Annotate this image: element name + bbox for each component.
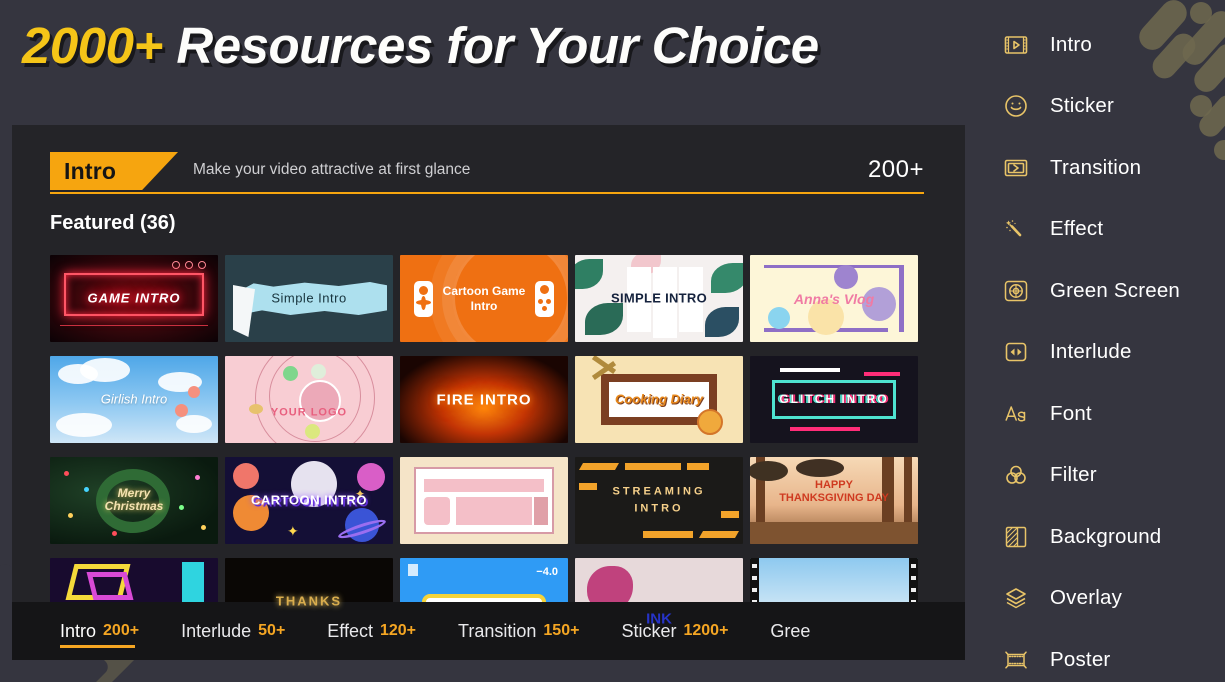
thumbnail-pink-window-intro[interactable] <box>400 457 568 544</box>
thumbnail-label: Cartoon Game Intro <box>442 283 526 313</box>
thumbnail-cooking-diary[interactable]: Cooking Diary <box>575 356 743 443</box>
sidebar-item-interlude[interactable]: Interlude <box>970 322 1225 384</box>
tab-effect[interactable]: Effect 120+ <box>327 602 416 660</box>
sidebar-item-label: Transition <box>1050 155 1142 179</box>
thumbnail-label: CARTOON INTRO <box>250 492 368 508</box>
thumbnail-label: THANKS <box>275 593 343 609</box>
app-root: 2000+ Resources for Your Choice Intro Ma… <box>0 0 1225 682</box>
content-panel: Intro Make your video attractive at firs… <box>12 125 965 645</box>
page-title-number: 2000+ <box>22 17 163 74</box>
section-count: 200+ <box>867 156 924 183</box>
poster-icon <box>1002 646 1030 674</box>
sidebar-item-label: Interlude <box>1050 340 1132 364</box>
section-subtitle: Make your video attractive at first glan… <box>193 161 471 178</box>
tab-transition[interactable]: Transition 150+ <box>458 602 579 660</box>
sidebar-item-label: Background <box>1050 524 1162 548</box>
tab-count: 120+ <box>379 622 417 639</box>
sidebar-item-label: Font <box>1050 401 1092 425</box>
sidebar-item-poster[interactable]: Poster <box>970 629 1225 682</box>
magic-wand-icon <box>1002 215 1030 243</box>
page-title-rest: Resources for Your Choice <box>162 17 819 74</box>
thumbnail-label: INK <box>646 610 672 628</box>
hud-line <box>60 325 208 326</box>
thumbnail-annas-vlog[interactable]: Anna's Vlog <box>750 255 918 342</box>
hud-dots-icon <box>172 261 206 269</box>
sidebar-item-font[interactable]: Font <box>970 383 1225 445</box>
sidebar-item-filter[interactable]: Filter <box>970 445 1225 507</box>
film-play-icon <box>1002 31 1030 59</box>
tab-intro[interactable]: Intro 200+ <box>60 602 139 660</box>
sidebar-item-background[interactable]: Background <box>970 506 1225 568</box>
thumbnail-label: FIRE INTRO <box>436 390 532 408</box>
pizza-icon <box>697 409 723 435</box>
sidebar-item-label: Effect <box>1050 217 1104 241</box>
thumbnail-simple-intro-leaf[interactable]: SIMPLE INTRO <box>575 255 743 342</box>
font-aa-icon <box>1002 400 1030 428</box>
thumbnail-label: GAME INTRO <box>87 290 181 306</box>
background-icon <box>1002 523 1030 551</box>
thumbnail-label: Simple Intro <box>271 290 347 306</box>
sidebar-item-sticker[interactable]: Sticker <box>970 76 1225 138</box>
sidebar-item-intro[interactable]: Intro <box>970 14 1225 76</box>
section-tag-label: Intro <box>64 157 117 184</box>
thumbnail-girlish-intro[interactable]: Girlish Intro <box>50 356 218 443</box>
thumbnail-fire-intro[interactable]: FIRE INTRO <box>400 356 568 443</box>
thumbnail-label: Cooking Diary <box>614 391 704 407</box>
thumbnail-glitch-intro[interactable]: GLITCH INTRO <box>750 356 918 443</box>
tab-label: Gree <box>770 620 811 641</box>
thumbnail-label: HAPPY THANKSGIVING DAY <box>779 478 889 504</box>
layers-icon <box>1002 584 1030 612</box>
thumbnail-label: YOUR LOGO <box>270 407 348 420</box>
tab-interlude[interactable]: Interlude 50+ <box>181 602 285 660</box>
sidebar-item-label: Poster <box>1050 647 1111 671</box>
interlude-icon <box>1002 338 1030 366</box>
smiley-icon <box>1002 92 1030 120</box>
thumbnail-label: Girlish Intro <box>100 391 168 407</box>
tab-count: 200+ <box>103 622 140 639</box>
thumbnail-grid: GAME INTRO Simple Intro Cartoon Game Int… <box>50 255 928 645</box>
sidebar-item-green-screen[interactable]: Green Screen <box>970 260 1225 322</box>
filter-circles-icon <box>1002 461 1030 489</box>
thumbnail-streaming-intro[interactable]: STREAMING INTRO <box>575 457 743 544</box>
category-sidebar: Intro Sticker Transition Effect Green Sc… <box>970 0 1225 682</box>
sidebar-item-transition[interactable]: Transition <box>970 137 1225 199</box>
sidebar-item-label: Overlay <box>1050 586 1123 610</box>
section-header: Intro Make your video attractive at firs… <box>50 152 924 196</box>
thumbnail-game-intro[interactable]: GAME INTRO <box>50 255 218 342</box>
featured-heading: Featured (36) <box>50 212 176 234</box>
tab-label: Intro <box>60 620 97 641</box>
section-divider <box>50 192 924 194</box>
sidebar-item-label: Sticker <box>1050 94 1115 118</box>
page-title: 2000+ Resources for Your Choice <box>22 16 819 75</box>
thumbnail-label: SIMPLE INTRO <box>610 290 708 306</box>
sidebar-item-label: Green Screen <box>1050 278 1181 302</box>
thumbnail-label: STREAMING INTRO <box>612 484 706 515</box>
thumbnail-label: GLITCH INTRO <box>779 391 889 406</box>
tab-green-screen[interactable]: Gree <box>770 602 810 660</box>
thumbnail-your-logo[interactable]: YOUR LOGO <box>225 356 393 443</box>
thumbnail-merry-christmas[interactable]: Merry Christmas <box>50 457 218 544</box>
thumbnail-happy-thanksgiving[interactable]: HAPPY THANKSGIVING DAY <box>750 457 918 544</box>
sidebar-item-overlay[interactable]: Overlay <box>970 568 1225 630</box>
thumbnail-cartoon-game-intro[interactable]: Cartoon Game Intro <box>400 255 568 342</box>
green-screen-icon <box>1002 277 1030 305</box>
sidebar-item-label: Intro <box>1050 32 1093 56</box>
sidebar-item-label: Filter <box>1050 463 1097 487</box>
thumbnail-simple-intro[interactable]: Simple Intro <box>225 255 393 342</box>
thumbnail-label: Anna's Vlog <box>793 290 875 307</box>
category-tabbar: Intro 200+ Interlude 50+ Effect 120+ Tra… <box>12 602 965 660</box>
tab-count: 50+ <box>258 622 286 639</box>
thumbnail-label: Merry Christmas <box>104 485 164 514</box>
sidebar-item-effect[interactable]: Effect <box>970 199 1225 261</box>
transition-arrow-icon <box>1002 154 1030 182</box>
tab-label: Effect <box>327 620 373 641</box>
thumbnail-cartoon-intro[interactable]: ✦ ✦ CARTOON INTRO <box>225 457 393 544</box>
section-tag: Intro <box>50 152 178 190</box>
tab-label: Interlude <box>181 620 252 641</box>
tab-label: Transition <box>458 620 537 641</box>
